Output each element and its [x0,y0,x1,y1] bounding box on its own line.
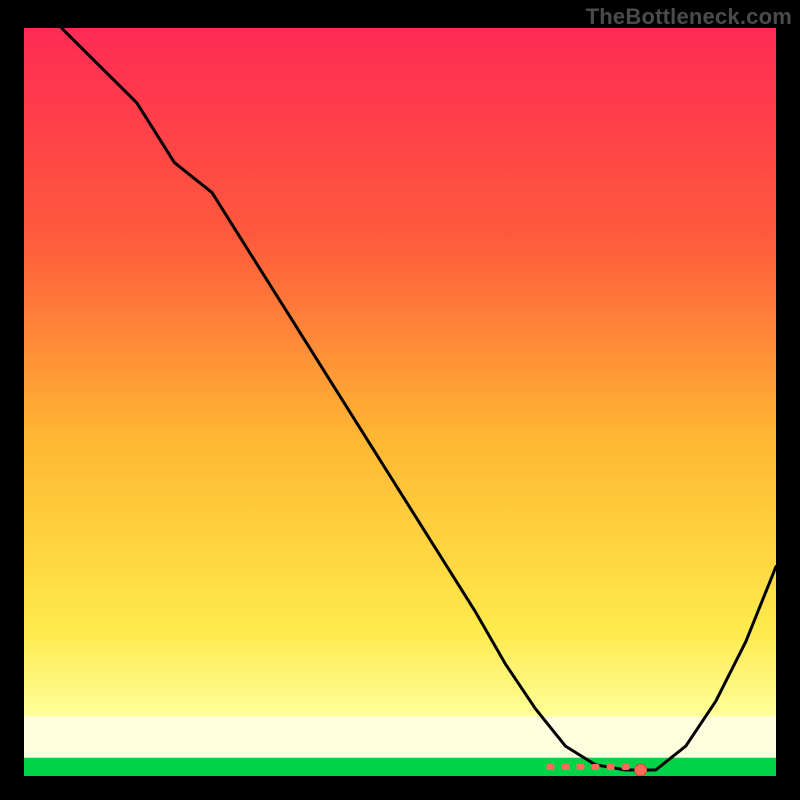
chart-svg [24,28,776,776]
cluster-dash [622,764,630,770]
cluster-dash [577,764,585,770]
cluster-dash [561,764,569,770]
cluster-dash [607,764,615,770]
gradient-background [24,28,776,776]
optimum-marker [635,764,647,776]
watermark-text: TheBottleneck.com [586,4,792,30]
cluster-dash [592,764,600,770]
cluster-dash [546,764,554,770]
chart-frame: TheBottleneck.com [0,0,800,800]
plot-area [24,28,776,776]
